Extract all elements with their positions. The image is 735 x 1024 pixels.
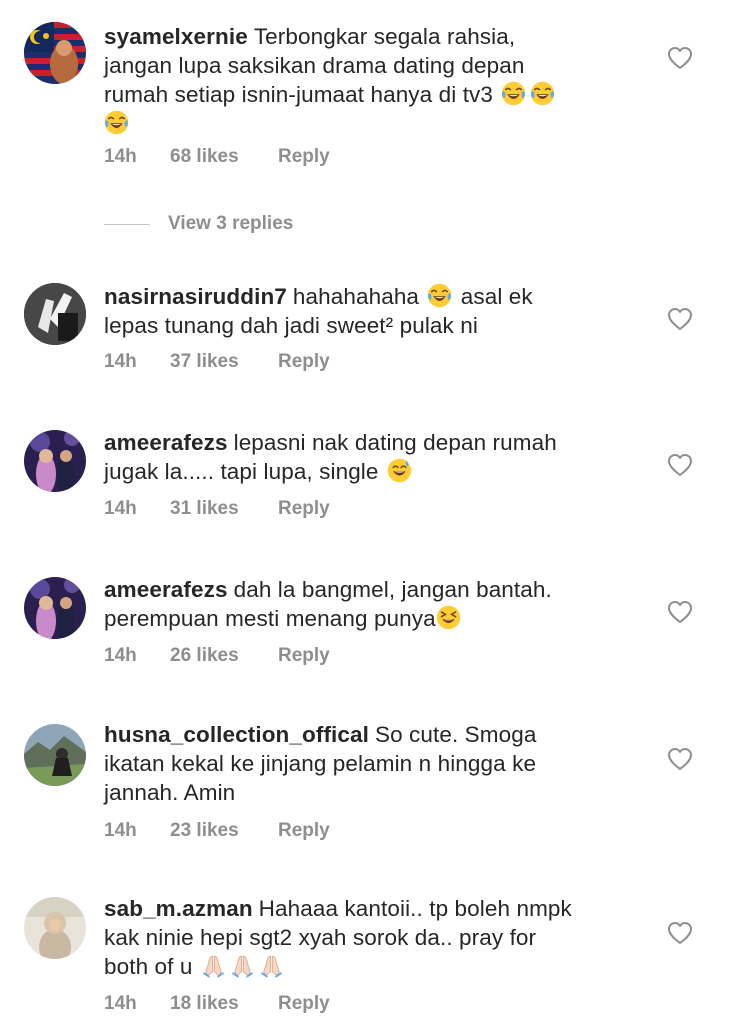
comment-username[interactable]: syamelxernie [104,24,248,49]
folded-hands-icon [259,953,284,978]
heart-icon[interactable] [667,307,693,331]
comment-body-line: jannah. Amin [104,780,236,805]
comment-body-line: jugak la..... tapi lupa, single [104,459,379,484]
comment-meta: 14h 68 likes Reply [104,146,330,168]
comment-body-line: Terbongkar segala rahsia, [253,24,516,49]
comment-meta: 14h 18 likes Reply [104,993,330,1015]
comment-body-line: perempuan mesti menang punya [104,606,436,631]
avatar[interactable] [24,283,86,345]
folded-hands-icon [230,953,255,978]
comment-meta: 14h 26 likes Reply [104,645,330,667]
grinning-sweat-icon [387,458,412,483]
divider [104,223,150,225]
reply-button[interactable]: Reply [278,146,330,168]
avatar[interactable] [24,577,86,639]
comment-text: syamelxernie Terbongkar segala rahsia, ja… [104,22,644,138]
comment-time: 14h [104,993,137,1014]
comment-text: nasirnasiruddin7 hahahahaha asal ek lepas… [104,282,644,340]
comment-body: asal ek [460,284,533,309]
comment-body-line: both of u [104,954,193,979]
comment-likes[interactable]: 37 likes [170,351,278,373]
heart-icon[interactable] [667,46,693,70]
heart-icon[interactable] [667,747,693,771]
comment-time: 14h [104,820,137,841]
reply-button[interactable]: Reply [278,351,330,373]
heart-icon[interactable] [667,921,693,945]
grinning-squinting-icon [436,605,461,630]
comment-body-line: lepas tunang dah jadi sweet² pulak ni [104,313,478,338]
tears-of-joy-icon [501,81,526,106]
comment-text: sab_m.azman Hahaaa kantoii.. tp boleh nmp… [104,894,644,981]
comment-body-line: Hahaaa kantoii.. tp boleh nmpk [258,896,572,921]
reply-button[interactable]: Reply [278,820,330,842]
comment-likes[interactable]: 18 likes [170,993,278,1015]
tears-of-joy-icon [104,110,129,135]
comment-body-line: ikatan kekal ke jinjang pelamin n hingga… [104,751,537,776]
comment-username[interactable]: ameerafezs [104,577,228,602]
comment-likes[interactable]: 23 likes [170,820,278,842]
avatar[interactable] [24,897,86,959]
comment-username[interactable]: sab_m.azman [104,896,253,921]
comment-text: ameerafezs dah la bangmel, jangan bantah.… [104,575,644,633]
comment-time: 14h [104,645,137,666]
comment-likes[interactable]: 68 likes [170,146,278,168]
view-replies-button[interactable]: View 3 replies [104,212,293,236]
reply-button[interactable]: Reply [278,645,330,667]
comment-time: 14h [104,498,137,519]
comment-text: ameerafezs lepasni nak dating depan rumah… [104,428,644,486]
folded-hands-icon [201,953,226,978]
comment-text: husna_collection_offical So cute. Smoga i… [104,720,644,807]
comment-meta: 14h 31 likes Reply [104,498,330,520]
comment-body-line: jangan lupa saksikan drama dating depan [104,53,525,78]
reply-button[interactable]: Reply [278,498,330,520]
comment-username[interactable]: ameerafezs [104,430,228,455]
comment-username[interactable]: husna_collection_offical [104,722,369,747]
tears-of-joy-icon [427,283,452,308]
heart-icon[interactable] [667,600,693,624]
comment-likes[interactable]: 31 likes [170,498,278,520]
comment-body-line: dah la bangmel, jangan bantah. [233,577,552,602]
comment-likes[interactable]: 26 likes [170,645,278,667]
comment-body-line: kak ninie hepi sgt2 xyah sorok da.. pray… [104,925,537,950]
avatar[interactable] [24,724,86,786]
comment-meta: 14h 23 likes Reply [104,820,330,842]
avatar[interactable] [24,22,86,84]
comment-time: 14h [104,351,137,372]
tears-of-joy-icon [530,81,555,106]
avatar[interactable] [24,430,86,492]
heart-icon[interactable] [667,453,693,477]
comment-time: 14h [104,146,137,167]
reply-button[interactable]: Reply [278,993,330,1015]
comment-body-line: rumah setiap isnin-jumaat hanya di tv3 [104,82,494,107]
comment-username[interactable]: nasirnasiruddin7 [104,284,287,309]
comment-body: hahahahaha [292,284,420,309]
view-replies-label: View 3 replies [168,213,294,234]
comment-body-line: lepasni nak dating depan rumah [233,430,557,455]
comment-meta: 14h 37 likes Reply [104,351,330,373]
comment-body-line: So cute. Smoga [374,722,537,747]
